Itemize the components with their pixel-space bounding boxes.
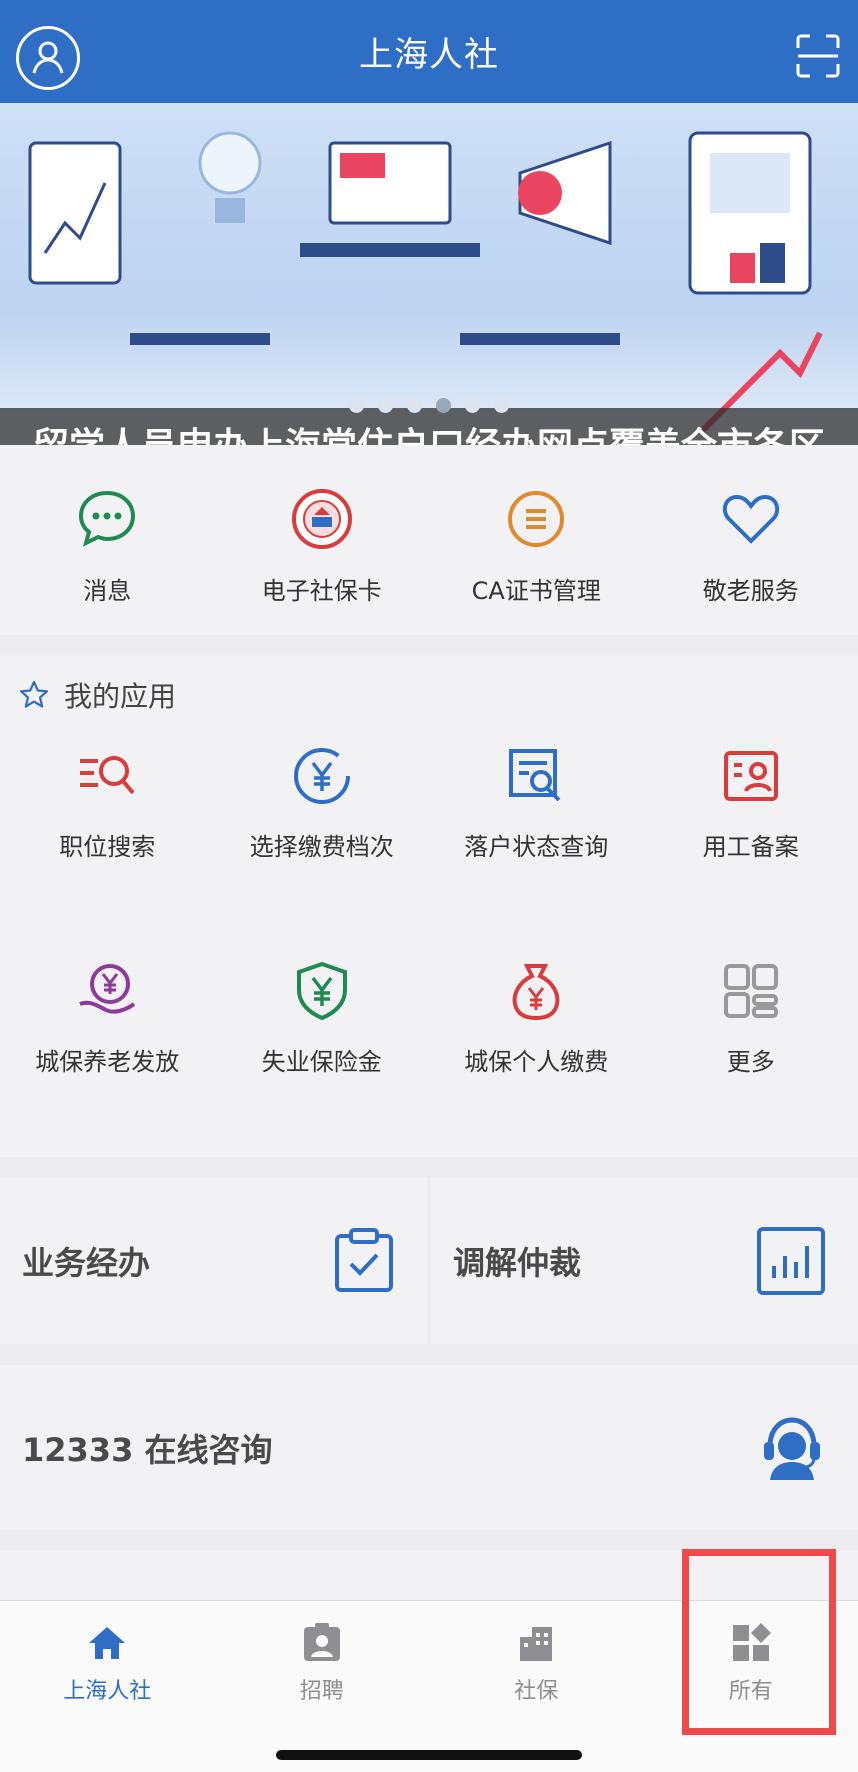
quick-link-ca-cert[interactable]: CA证书管理 (429, 445, 644, 635)
document-search-icon (509, 749, 561, 802)
app-label: 失业保险金 (261, 1048, 382, 1076)
tab-home[interactable]: 上海人社 (0, 1601, 215, 1772)
chat-bubble-icon (79, 490, 136, 547)
tab-social-security[interactable]: 社保 (429, 1601, 644, 1772)
home-icon (89, 1627, 126, 1659)
star-outline-icon (19, 680, 49, 708)
top-bar: 上海人社 (0, 0, 858, 103)
app-settlement-status[interactable]: 落户状态查询 (429, 725, 644, 940)
app-label: 选择缴费档次 (249, 833, 394, 861)
online-consult-card[interactable]: 12333 在线咨询 (0, 1365, 858, 1530)
tab-label: 社保 (514, 1679, 559, 1704)
employee-badge-icon (723, 751, 778, 801)
quick-link-label: 电子社保卡 (261, 577, 382, 605)
quick-link-label: CA证书管理 (471, 577, 601, 605)
carousel-dot (494, 398, 509, 413)
scan-icon[interactable] (796, 34, 840, 78)
home-indicator (276, 1750, 582, 1760)
my-apps-header: 我的应用 (18, 675, 176, 715)
banner-carousel[interactable]: 留学人员申办上海常住户口经办网点覆盖全市各区 (0, 103, 858, 445)
quick-link-label: 敬老服务 (702, 577, 799, 605)
carousel-dot (407, 398, 422, 413)
tab-recruit[interactable]: 招聘 (215, 1601, 430, 1772)
clipboard-check-icon (335, 1227, 393, 1292)
app-employment-filing[interactable]: 用工备案 (644, 725, 858, 940)
shield-yuan-icon (296, 961, 347, 1021)
app-label: 城保养老发放 (35, 1048, 180, 1076)
building-icon (520, 1627, 553, 1661)
tab-label: 上海人社 (63, 1679, 152, 1704)
business-label: 业务经办 (22, 1243, 151, 1282)
headset-agent-icon (764, 1416, 820, 1480)
quick-link-messages[interactable]: 消息 (0, 445, 215, 635)
banner-caption: 留学人员申办上海常住户口经办网点覆盖全市各区 (0, 408, 858, 445)
app-label: 落户状态查询 (464, 833, 609, 861)
grid-more-icon (723, 964, 778, 1018)
app-label: 更多 (726, 1048, 775, 1076)
hand-yuan-icon (79, 964, 136, 1014)
quick-link-elderly[interactable]: 敬老服务 (644, 445, 858, 635)
banner-illustration (28, 131, 823, 436)
mediation-arbitration-card[interactable]: 调解仲裁 (431, 1177, 858, 1344)
carousel-dot-active (436, 398, 451, 413)
badge-person-icon (303, 1623, 340, 1661)
app-pension-payout[interactable]: 城保养老发放 (0, 940, 215, 1155)
app-label: 职位搜索 (59, 833, 156, 861)
my-apps-title: 我的应用 (64, 680, 177, 713)
person-circle-icon[interactable] (16, 26, 80, 90)
business-label: 调解仲裁 (453, 1243, 582, 1282)
app-job-search[interactable]: 职位搜索 (0, 725, 215, 940)
certificate-list-icon (508, 491, 565, 547)
heart-icon (722, 494, 779, 544)
carousel-indicator (0, 398, 858, 413)
consult-label: 12333 在线咨询 (22, 1430, 273, 1469)
app-personal-payment[interactable]: 城保个人缴费 (429, 940, 644, 1155)
app-label: 城保个人缴费 (464, 1048, 609, 1076)
yuan-circle-icon (293, 748, 350, 804)
page-title: 上海人社 (359, 35, 499, 75)
bar-chart-icon (757, 1226, 825, 1295)
job-search-icon (80, 756, 135, 795)
quick-links: 消息 电子社保卡 CA证书管理 敬老服务 (0, 445, 858, 635)
app-unemployment[interactable]: 失业保险金 (215, 940, 430, 1155)
app-label: 用工备案 (702, 833, 799, 861)
my-apps-section: 我的应用 职位搜索 选择缴费档次 落户状态查询 用工备案 城保养老发放 失业保险… (0, 655, 858, 1157)
carousel-dot (378, 398, 393, 413)
highlight-box (682, 1549, 836, 1735)
carousel-dot (349, 398, 364, 413)
business-handling-card[interactable]: 业务经办 (0, 1177, 427, 1344)
social-security-card-icon (291, 489, 352, 549)
tab-label: 招聘 (299, 1679, 344, 1704)
app-more[interactable]: 更多 (644, 940, 858, 1155)
quick-link-label: 消息 (83, 577, 132, 605)
carousel-dot (465, 398, 480, 413)
app-payment-level[interactable]: 选择缴费档次 (215, 725, 430, 940)
quick-link-social-card[interactable]: 电子社保卡 (215, 445, 430, 635)
money-bag-icon (512, 964, 560, 1021)
